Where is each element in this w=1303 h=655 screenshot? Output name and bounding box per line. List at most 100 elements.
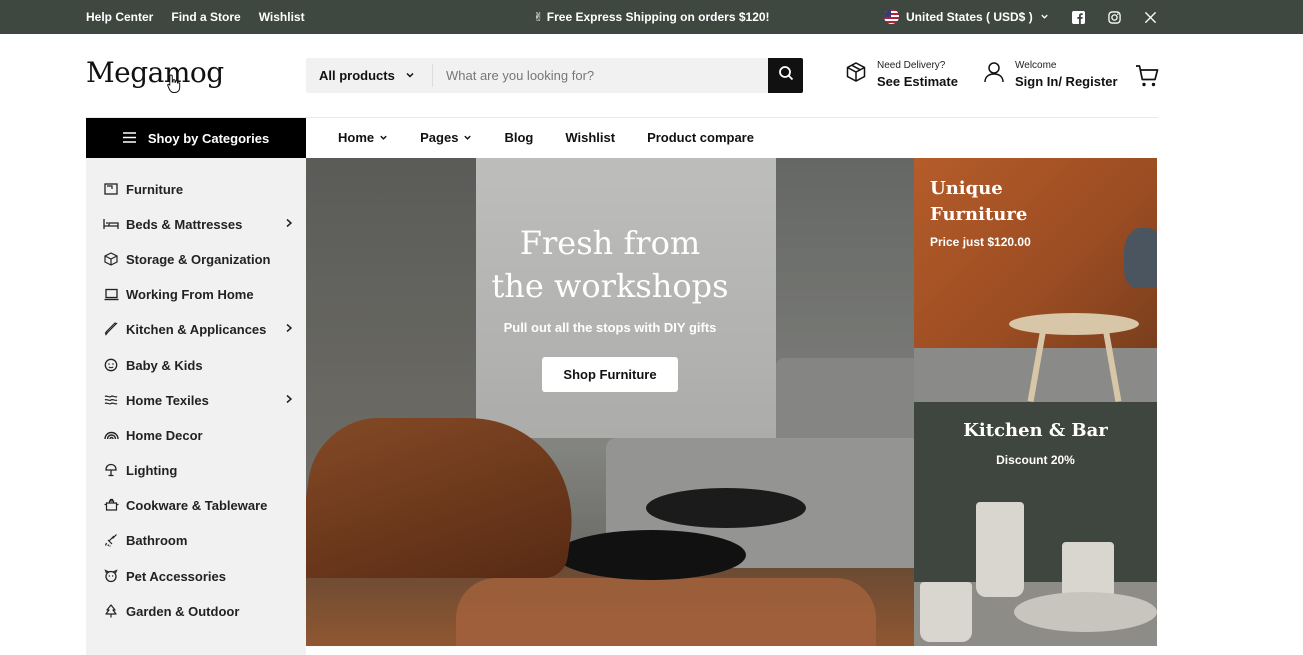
lamp-icon — [103, 462, 119, 478]
sidebar-item-label: Cookware & Tableware — [126, 497, 268, 513]
tree-icon — [103, 603, 119, 619]
sidebar-item-label: Bathroom — [126, 532, 188, 548]
hero-title-line: the workshops — [491, 267, 729, 305]
menu-icon — [122, 131, 136, 146]
search-category-select[interactable]: All products — [306, 64, 433, 87]
site-logo[interactable]: Megamog — [86, 56, 224, 89]
search-button[interactable] — [768, 58, 803, 93]
sidebar-item-label: Lighting — [126, 462, 178, 478]
box-icon — [103, 251, 119, 267]
knife-icon — [103, 321, 119, 337]
user-icon — [983, 61, 1005, 88]
account-link[interactable]: Welcome Sign In/ Register — [983, 60, 1118, 89]
nav-product-compare[interactable]: Product compare — [647, 130, 754, 145]
laptop-icon — [103, 286, 119, 302]
sidebar-item-label: Furniture — [126, 181, 184, 197]
country-label: United States ( USD$ ) — [906, 9, 1033, 24]
sidebar-item-beds[interactable]: Beds & Mattresses — [103, 214, 293, 234]
search-bar: All products — [306, 58, 803, 93]
promo-kitchen-bar[interactable]: Kitchen & Bar Discount 20% — [914, 402, 1157, 646]
paw-icon — [103, 568, 119, 584]
promo-image-plate — [1014, 592, 1157, 632]
furniture-icon — [103, 181, 119, 197]
instagram-icon[interactable] — [1107, 10, 1121, 24]
delivery-small-label: Need Delivery? — [877, 60, 946, 71]
delivery-big-label: See Estimate — [877, 74, 958, 89]
sidebar-item-furniture[interactable]: Furniture — [103, 179, 293, 199]
promo-sub-prefix: Discount — [996, 453, 1051, 467]
sidebar-item-label: Garden & Outdoor — [126, 603, 240, 619]
nav-pages-label: Pages — [420, 130, 459, 145]
chevron-right-icon — [285, 217, 293, 231]
promo-sub-prefix: Price just — [930, 235, 988, 249]
sidebar-item-label: Pet Accessories — [126, 568, 226, 584]
promo-image-vase — [1124, 228, 1157, 288]
promo-title: Kitchen & Bar — [963, 420, 1108, 441]
chevron-down-icon — [405, 68, 415, 83]
sidebar-item-bathroom[interactable]: Bathroom — [103, 530, 293, 550]
promo-image-cup — [976, 502, 1024, 597]
sidebar-item-home-decor[interactable]: Home Decor — [103, 425, 293, 445]
search-icon — [778, 65, 794, 86]
sidebar-item-garden-outdoor[interactable]: Garden & Outdoor — [103, 601, 293, 621]
search-category-label: All products — [319, 68, 395, 83]
chevron-right-icon — [285, 322, 293, 336]
sidebar-item-storage[interactable]: Storage & Organization — [103, 249, 293, 269]
package-icon — [845, 61, 867, 88]
category-sidebar: Furniture Beds & Mattresses Storage & Or… — [86, 158, 306, 655]
sidebar-item-label: Home Texiles — [126, 392, 209, 408]
promo-discount: 20% — [1050, 453, 1075, 467]
facebook-icon[interactable] — [1071, 10, 1085, 24]
shop-furniture-button[interactable]: Shop Furniture — [542, 357, 678, 392]
promo-title: Unique Furniture — [930, 176, 1027, 228]
promo-image-table — [1009, 313, 1139, 335]
pot-icon — [103, 497, 119, 513]
hand-cursor-icon — [167, 74, 181, 99]
social-links — [1071, 10, 1157, 24]
shower-icon — [103, 532, 119, 548]
sidebar-item-work-from-home[interactable]: Working From Home — [103, 284, 293, 304]
sidebar-item-kitchen[interactable]: Kitchen & Applicances — [103, 319, 293, 339]
account-small-label: Welcome — [1015, 60, 1057, 71]
sidebar-item-label: Storage & Organization — [126, 251, 271, 267]
search-input[interactable] — [433, 58, 768, 93]
nav-pages[interactable]: Pages — [420, 130, 472, 145]
x-icon[interactable] — [1143, 10, 1157, 24]
sidebar-item-label: Home Decor — [126, 427, 203, 443]
sidebar-item-label: Baby & Kids — [126, 357, 203, 373]
chevron-down-icon — [1040, 10, 1049, 24]
sidebar-item-label: Kitchen & Applicances — [126, 321, 267, 337]
sidebar-item-home-textiles[interactable]: Home Texiles — [103, 390, 293, 410]
sidebar-item-lighting[interactable]: Lighting — [103, 460, 293, 480]
hero-subtitle: Pull out all the stops with DIY gifts — [503, 320, 717, 335]
shop-by-categories-button[interactable]: Shoy by Categories — [86, 118, 306, 158]
sidebar-item-pet-accessories[interactable]: Pet Accessories — [103, 566, 293, 586]
promo-title-line: Unique — [930, 178, 1003, 199]
promo-image-cup — [920, 582, 972, 642]
waves-icon — [103, 392, 119, 408]
country-selector[interactable]: United States ( USD$ ) — [884, 9, 1049, 24]
nav-blog[interactable]: Blog — [504, 130, 533, 145]
cart-icon[interactable] — [1135, 64, 1159, 93]
nav-wishlist[interactable]: Wishlist — [565, 130, 615, 145]
promo-subtitle: Discount 20% — [914, 453, 1157, 467]
main-nav: Home Pages Blog Wishlist Product compare — [338, 130, 754, 145]
nav-home-label: Home — [338, 130, 375, 145]
top-bar: Help Center Find a Store Wishlist ✌ Free… — [0, 0, 1303, 34]
bed-icon — [103, 216, 119, 232]
sidebar-item-label: Working From Home — [126, 286, 254, 302]
nav-home[interactable]: Home — [338, 130, 388, 145]
chevron-down-icon — [379, 134, 388, 144]
delivery-estimate[interactable]: Need Delivery? See Estimate — [845, 60, 958, 89]
chevron-down-icon — [463, 134, 472, 144]
promo-subtitle: Price just $120.00 — [930, 235, 1031, 249]
hero-title: Fresh from the workshops — [306, 222, 914, 308]
promo-unique-furniture[interactable]: Unique Furniture Price just $120.00 — [914, 158, 1157, 402]
promo-price: $120.00 — [987, 235, 1031, 249]
sidebar-item-label: Beds & Mattresses — [126, 216, 243, 232]
promo-title-line: Furniture — [930, 204, 1028, 225]
hero-banner: Fresh from the workshops Pull out all th… — [306, 158, 914, 646]
chevron-right-icon — [285, 393, 293, 407]
sidebar-item-baby-kids[interactable]: Baby & Kids — [103, 355, 293, 375]
sidebar-item-cookware[interactable]: Cookware & Tableware — [103, 495, 293, 515]
